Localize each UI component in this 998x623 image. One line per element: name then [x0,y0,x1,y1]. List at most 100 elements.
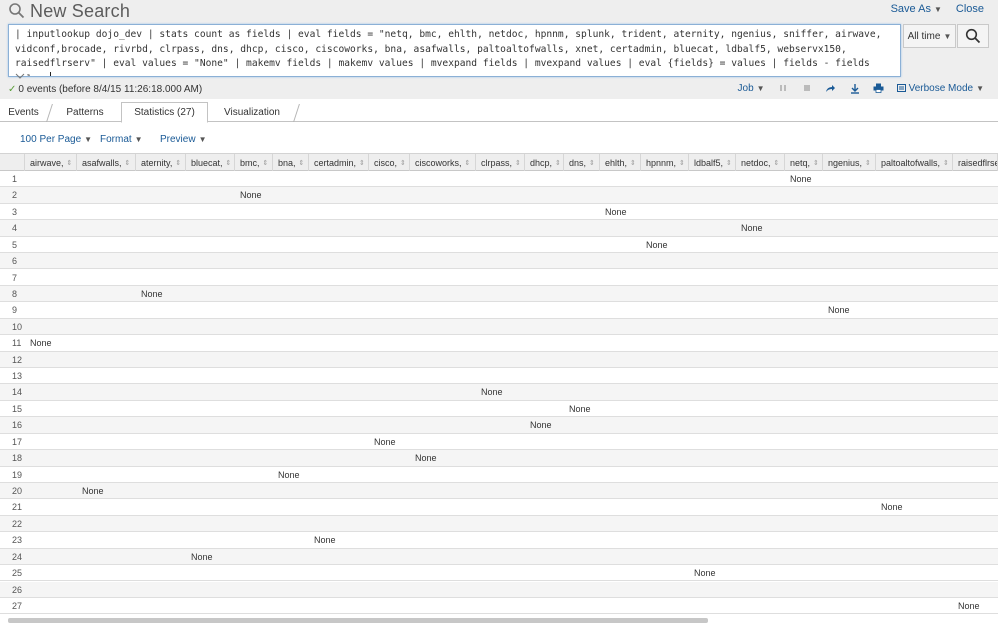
column-header[interactable]: ngenius, ⇕ [823,154,876,171]
save-as-menu[interactable]: Save As ▼ [891,3,942,15]
column-header[interactable]: ciscoworks, ⇕ [410,154,476,171]
sort-icon[interactable]: ⇕ [226,159,232,167]
table-row: 9 None [0,302,998,319]
job-status: ✓ 0 events (before 8/4/15 11:26:18.000 A… [8,84,202,95]
column-header-label: aternity, [141,157,173,168]
sort-icon[interactable]: ⇕ [726,159,732,167]
column-header[interactable]: netdoc, ⇕ [736,154,785,171]
column-header-label: cisco, [374,157,398,168]
table-row: 26 [0,581,998,598]
sort-icon[interactable]: ⇕ [555,159,561,167]
per-page-menu[interactable]: 100 Per Page ▼ [20,134,92,145]
close-button[interactable]: Close [956,3,984,15]
column-header-label: ldbalf5, [694,157,724,168]
resize-handle-icon[interactable] [15,73,25,79]
column-header[interactable]: airwave, ⇕ [25,154,77,171]
row-number: 8 [12,288,18,299]
column-header-label: ehlth, [605,157,628,168]
table-header: airwave, ⇕ asafwalls, ⇕ aternity, ⇕ bluecat, ⇕ b… [0,153,998,171]
sort-icon[interactable]: ⇕ [125,159,131,167]
row-number: 6 [12,256,18,267]
sort-icon[interactable]: ⇕ [400,159,406,167]
sort-icon[interactable]: ⇕ [943,159,949,167]
export-icon[interactable] [849,82,861,94]
horizontal-scrollbar[interactable] [8,618,708,623]
search-query-input[interactable]: | inputlookup dojo_dev | stats count as … [8,24,901,77]
job-menu[interactable]: Job ▼ [738,83,765,94]
table-cell: None [646,239,668,250]
row-number: 3 [12,206,18,217]
row-number: 15 [12,403,23,414]
stop-icon[interactable] [801,82,813,94]
table-cell: None [191,551,213,562]
table-row: 10 [0,318,998,336]
column-header[interactable]: ehlth, ⇕ [600,154,641,171]
column-header[interactable]: dns, ⇕ [564,154,600,171]
table-cell: None [569,403,591,414]
column-header[interactable]: aternity, ⇕ [136,154,186,171]
preview-menu[interactable]: Preview ▼ [160,134,207,145]
results-tabs: Events Patterns Statistics (27) Visualiz… [0,102,998,123]
column-header[interactable]: cisco, ⇕ [369,154,410,171]
tab-patterns[interactable]: Patterns [50,102,120,122]
column-header-label: raisedflrse [958,157,998,168]
table-cell: None [605,206,627,217]
tab-events[interactable]: Events [0,102,53,122]
row-number: 27 [12,600,23,611]
sort-icon[interactable]: ⇕ [813,159,819,167]
sort-icon[interactable]: ⇕ [865,159,871,167]
sort-icon[interactable]: ⇕ [515,159,521,167]
column-header-label: netdoc, [741,157,771,168]
column-header[interactable]: bluecat, ⇕ [186,154,235,171]
table-row: 8 None [0,285,998,303]
tab-statistics[interactable]: Statistics (27) [121,102,208,123]
format-menu[interactable]: Format ▼ [100,134,143,145]
column-header[interactable]: certadmin, ⇕ [309,154,369,171]
event-count-text: 0 events (before 8/4/15 11:26:18.000 AM) [18,84,203,95]
column-header[interactable]: dhcp, ⇕ [525,154,564,171]
table-row: 20 None [0,482,998,500]
search-button[interactable] [957,24,989,48]
time-range-picker[interactable]: All time ▼ [903,24,956,48]
sort-icon[interactable]: ⇕ [589,159,595,167]
tab-label: Patterns [66,106,104,118]
table-row: 25 None [0,565,998,582]
sort-icon[interactable]: ⇕ [263,159,269,167]
table-row: 6 [0,253,998,270]
sort-icon[interactable]: ⇕ [299,159,305,167]
sort-icon[interactable]: ⇕ [679,159,685,167]
sort-icon[interactable]: ⇕ [175,159,181,167]
column-header[interactable]: ldbalf5, ⇕ [689,154,736,171]
sort-icon[interactable]: ⇕ [359,159,365,167]
tab-visualization[interactable]: Visualization [210,102,300,122]
preview-label: Preview [160,134,196,145]
search-mode-menu[interactable]: Verbose Mode ▼ [896,83,984,94]
row-number: 26 [12,584,23,595]
column-header[interactable]: hpnnm, ⇕ [641,154,689,171]
row-number: 5 [12,239,18,250]
column-header[interactable]: bna, ⇕ [273,154,309,171]
column-header[interactable]: asafwalls, ⇕ [77,154,136,171]
pause-icon[interactable] [777,82,789,94]
column-header-label: airwave, [30,157,64,168]
sort-icon[interactable]: ⇕ [67,159,73,167]
table-row: 12 [0,351,998,368]
row-number: 24 [12,551,23,562]
column-header[interactable]: netq, ⇕ [785,154,823,171]
title-row: New Search [8,0,130,22]
share-icon[interactable] [825,82,837,94]
sort-icon[interactable]: ⇕ [774,159,780,167]
tab-label: Visualization [224,106,280,118]
time-range-label: All time [907,30,941,42]
column-header[interactable]: raisedflrse [953,154,998,171]
table-row: 1 None [0,171,998,188]
column-header[interactable]: paltoaltofwalls, ⇕ [876,154,953,171]
printer-icon[interactable] [873,82,885,94]
sort-icon[interactable]: ⇕ [465,159,471,167]
table-row: 15 None [0,401,998,418]
column-header[interactable]: clrpass, ⇕ [476,154,525,171]
column-header[interactable]: bmc, ⇕ [235,154,273,171]
sort-icon[interactable]: ⇕ [630,159,636,167]
check-icon: ✓ [8,84,17,95]
row-number: 20 [12,485,23,496]
